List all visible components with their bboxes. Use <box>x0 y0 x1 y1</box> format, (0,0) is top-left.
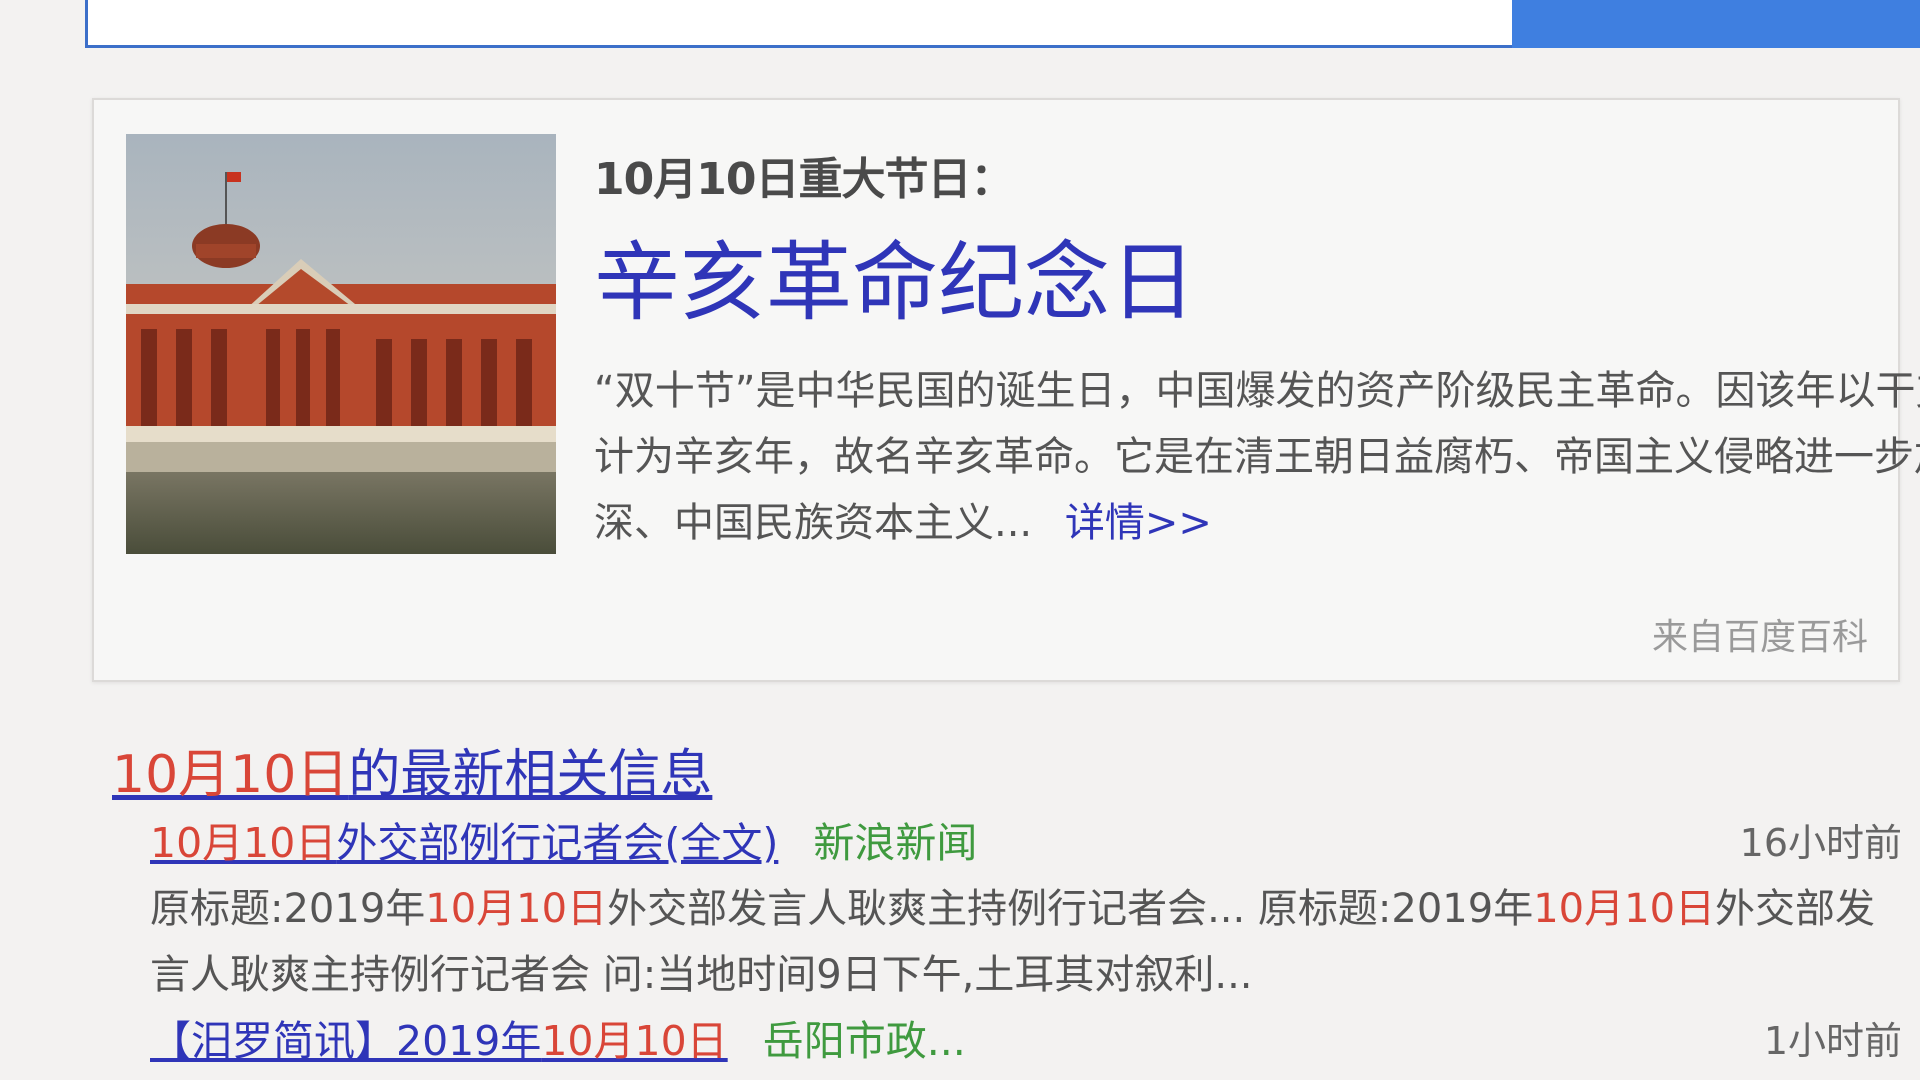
news-item-source: 新浪新闻 <box>813 819 978 867</box>
news-item: 【汨罗简讯】2019年10月10日 岳阳市政... 1小时前 <box>150 1008 1902 1074</box>
card-text: 10月10日重大节日： 辛亥革命纪念日 “双十节”是中华民国的诞生日，中国爆发的… <box>594 150 1920 556</box>
search-bar <box>0 0 1920 70</box>
news-item-time: 1小时前 <box>1763 1019 1902 1063</box>
news-heading-link[interactable]: 10月10日的最新相关信息 <box>112 740 712 810</box>
news-item-title-date: 10月10日 <box>150 819 337 867</box>
news-section: 10月10日的最新相关信息 10月10日外交部例行记者会(全文) 新浪新闻 16… <box>112 740 1902 1074</box>
snippet-part: 原标题:2019年 <box>150 886 426 932</box>
news-item-title-link[interactable]: 10月10日外交部例行记者会(全文) <box>150 819 778 867</box>
news-item-snippet: 原标题:2019年10月10日外交部发言人耿爽主持例行记者会... 原标题:20… <box>150 876 1890 1008</box>
snippet-part: 外交部发言人耿爽主持例行记者会... 原标题:2019年 <box>607 886 1534 932</box>
search-button[interactable] <box>1512 0 1920 48</box>
news-item-title-text: 【汨罗简讯】2019年 <box>150 1017 542 1065</box>
news-item-header: 【汨罗简讯】2019年10月10日 岳阳市政... 1小时前 <box>150 1008 1902 1074</box>
news-item-title-text: 外交部例行记者会(全文) <box>336 819 779 867</box>
knowledge-card: 10月10日重大节日： 辛亥革命纪念日 “双十节”是中华民国的诞生日，中国爆发的… <box>92 98 1920 682</box>
snippet-date: 10月10日 <box>1533 886 1716 932</box>
news-heading-date: 10月10日 <box>112 745 349 805</box>
news-item-time: 16小时前 <box>1739 821 1902 865</box>
news-item-title-date: 10月10日 <box>541 1017 728 1065</box>
news-item-header: 10月10日外交部例行记者会(全文) 新浪新闻 16小时前 <box>150 810 1902 876</box>
search-input[interactable] <box>85 0 1515 48</box>
card-source[interactable]: 来自百度百科 <box>1652 608 1868 660</box>
building-photo[interactable] <box>126 134 556 554</box>
news-item-title-link[interactable]: 【汨罗简讯】2019年10月10日 <box>150 1017 728 1065</box>
card-description: “双十节”是中华民国的诞生日，中国爆发的资产阶级民主革命。因该年以干支计为辛亥年… <box>594 358 1920 556</box>
card-title[interactable]: 辛亥革命纪念日 <box>594 228 1920 338</box>
card-description-text: “双十节”是中华民国的诞生日，中国爆发的资产阶级民主革命。因该年以干支计为辛亥年… <box>594 368 1920 546</box>
card-subtitle: 10月10日重大节日： <box>594 154 1014 205</box>
snippet-date: 10月10日 <box>425 886 608 932</box>
news-heading-text: 的最新相关信息 <box>348 745 713 805</box>
news-item: 10月10日外交部例行记者会(全文) 新浪新闻 16小时前 原标题:2019年1… <box>150 810 1902 1008</box>
news-item-source: 岳阳市政... <box>762 1017 966 1065</box>
details-link[interactable]: 详情>> <box>1065 500 1212 546</box>
